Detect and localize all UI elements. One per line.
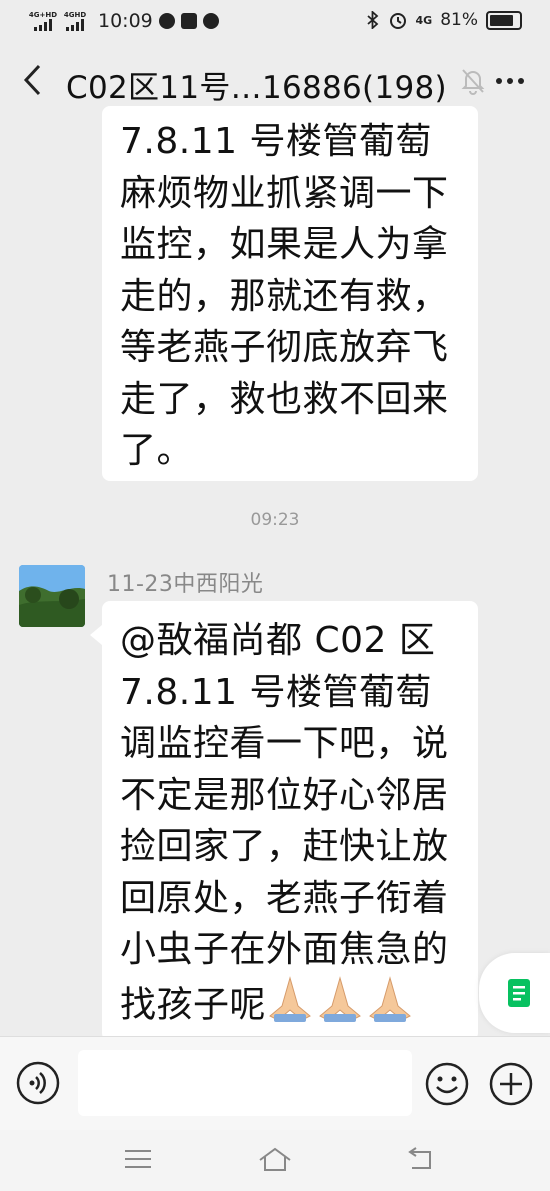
message-line: 小虫子在外面焦急的 (120, 929, 449, 970)
message-bubble[interactable]: @敔福尚都 C02 区 7.8.11 号楼管葡萄 调监控看一下吧，说 不定是那位… (90, 601, 478, 1041)
system-nav-bar (0, 1130, 550, 1191)
message-line: 回原处，老燕子衔着 (120, 877, 449, 919)
bluetooth-icon (366, 11, 378, 29)
message-line: 监控，如果是人为拿 (120, 224, 449, 265)
message-line: 捡回家了，赶快让放 (120, 826, 449, 867)
menu-icon[interactable] (124, 1148, 152, 1170)
home-icon[interactable] (258, 1146, 292, 1172)
message-line: 7.8.11 号楼管葡萄 (120, 121, 432, 162)
pray-hands-emoji (268, 975, 418, 1037)
sender-name: 11-23中西阳光 (107, 572, 264, 597)
mail-icon (180, 13, 197, 29)
message-line: 了。 (120, 430, 194, 471)
message-timestamp: 09:23 (250, 510, 300, 530)
notification-icon (158, 13, 175, 29)
voice-icon[interactable] (16, 1061, 60, 1105)
network-type: 4G (415, 13, 433, 27)
alarm-icon (389, 13, 406, 29)
message-line: 走的，那就还有救， (120, 275, 449, 317)
chevron-left-icon[interactable] (20, 62, 50, 98)
smiley-icon[interactable] (424, 1061, 470, 1107)
chat-notification-icon (202, 13, 219, 29)
floating-note-button[interactable] (479, 953, 550, 1033)
status-time: 10:09 (98, 10, 153, 32)
message-line: 调监控看一下吧，说 (120, 723, 449, 764)
battery-percent: 81% (440, 10, 478, 30)
back-nav-icon[interactable] (404, 1146, 436, 1172)
message-line: 7.8.11 号楼管葡萄 (120, 671, 432, 713)
message-line: 找孩子呢 (120, 975, 460, 1037)
message-text: 找孩子呢 (120, 983, 267, 1025)
status-bar: 4G+HD 4GHD 10:09 4G 81% (0, 0, 550, 44)
chat-title[interactable]: C02区11号…16886(198) (66, 62, 447, 107)
message-line: 不定是那位好心邻居 (120, 774, 449, 816)
plus-circle-icon[interactable] (488, 1061, 534, 1107)
note-icon (508, 979, 530, 1007)
message-line: 等老燕子彻底放弃飞 (120, 327, 449, 368)
message-input[interactable] (78, 1050, 412, 1116)
message-line: 走了，救也救不回来 (120, 378, 449, 420)
signal-sim2-icon: 4GHD (62, 11, 88, 31)
message-line: 麻烦物业抓紧调一下 (120, 172, 449, 214)
avatar[interactable] (19, 565, 85, 627)
message-line: @敔福尚都 C02 区 (120, 620, 436, 661)
bell-off-icon (461, 69, 485, 95)
input-bar (0, 1036, 550, 1131)
battery-icon (486, 10, 522, 30)
message-bubble[interactable]: 7.8.11 号楼管葡萄 麻烦物业抓紧调一下 监控，如果是人为拿 走的，那就还有… (102, 106, 478, 481)
signal-sim1-icon: 4G+HD (29, 11, 57, 31)
more-dots-icon[interactable] (494, 66, 526, 96)
